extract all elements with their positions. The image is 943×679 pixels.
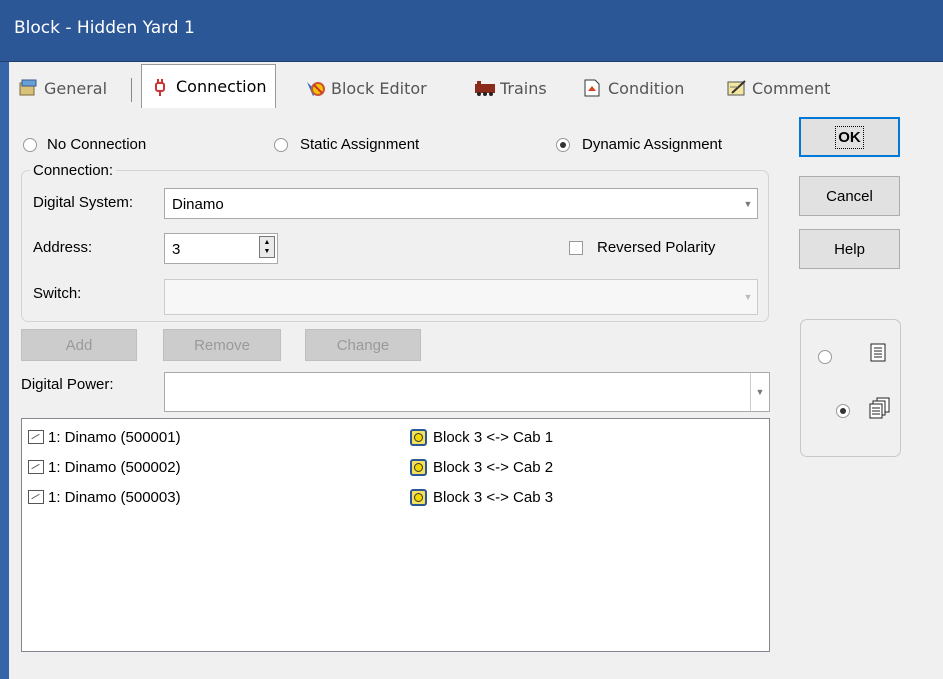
cab-icon [410, 488, 427, 506]
digital-system-label: Digital System: [33, 194, 134, 211]
plug-icon [150, 77, 170, 97]
tab-connection[interactable]: Connection [141, 64, 276, 108]
tab-label-condition: Condition [608, 78, 685, 98]
digital-system-value: Dinamo [172, 196, 224, 213]
digital-power-dropdown[interactable]: ▼ [164, 372, 770, 412]
single-page-icon [869, 343, 889, 367]
ok-button[interactable]: OK [799, 117, 900, 157]
tab-label-trains: Trains [500, 78, 547, 98]
list-item-assignment-text: Block 3 <-> Cab 2 [433, 458, 554, 476]
change-button[interactable]: Change [305, 329, 421, 361]
window-left-edge [0, 62, 9, 679]
tab-general[interactable]: General [18, 70, 107, 106]
list-item-assignment: Block 3 <-> Cab 2 [410, 458, 554, 476]
list-item[interactable]: 1: Dinamo (500003) Block 3 <-> Cab 3 [28, 485, 758, 509]
multi-page-icon [869, 397, 891, 423]
radio-dynamic-assignment[interactable]: Dynamic Assignment [556, 136, 722, 153]
radio-dynamic-circle[interactable] [556, 137, 570, 152]
device-icon [28, 430, 44, 444]
connection-list[interactable]: 1: Dinamo (500001) Block 3 <-> Cab 1 1: … [21, 418, 770, 652]
remove-button-label: Remove [194, 336, 250, 354]
radio-static-label: Static Assignment [300, 136, 420, 153]
address-stepper[interactable]: 3 ▲ ▼ [164, 233, 278, 264]
device-icon [28, 490, 44, 504]
radio-no-connection-circle[interactable] [23, 137, 37, 152]
change-button-label: Change [336, 336, 390, 354]
list-item-assignment: Block 3 <-> Cab 1 [410, 428, 554, 446]
address-value: 3 [172, 241, 181, 258]
help-button-label: Help [834, 240, 865, 258]
cancel-button[interactable]: Cancel [799, 176, 900, 216]
tab-block-editor[interactable]: Block Editor [305, 70, 427, 106]
condition-icon [582, 78, 602, 98]
list-item-device: 1: Dinamo (500003) [48, 488, 181, 506]
reversed-polarity-box[interactable] [569, 240, 583, 255]
ok-button-label: OK [835, 125, 864, 149]
cancel-button-label: Cancel [826, 187, 873, 205]
list-item[interactable]: 1: Dinamo (500002) Block 3 <-> Cab 2 [28, 455, 758, 479]
tab-label-general: General [44, 78, 108, 98]
tab-label-block-editor: Block Editor [331, 78, 427, 98]
radio-no-connection-label: No Connection [47, 136, 147, 153]
list-item-assignment: Block 3 <-> Cab 3 [410, 488, 554, 506]
reversed-polarity-checkbox[interactable]: Reversed Polarity [569, 239, 715, 256]
view-mode-group [800, 319, 901, 457]
radio-no-connection[interactable]: No Connection [23, 136, 146, 153]
tab-label-connection: Connection [176, 77, 267, 96]
view-single-radio[interactable] [818, 350, 832, 364]
general-icon [18, 78, 38, 98]
add-button[interactable]: Add [21, 329, 137, 361]
chevron-down-icon[interactable]: ▼ [739, 280, 757, 314]
radio-static-assignment[interactable]: Static Assignment [274, 136, 419, 153]
list-item-assignment-text: Block 3 <-> Cab 3 [433, 488, 554, 506]
block-editor-icon [305, 78, 325, 98]
spin-arrows-icon[interactable]: ▲ ▼ [259, 236, 275, 258]
tab-bar: General Connection Block Editor Trains C… [9, 62, 943, 112]
help-button[interactable]: Help [799, 229, 900, 269]
radio-dynamic-label: Dynamic Assignment [582, 136, 723, 153]
digital-system-dropdown[interactable]: Dinamo ▼ [164, 188, 758, 219]
digital-power-label: Digital Power: [21, 376, 114, 393]
address-label: Address: [33, 239, 93, 256]
reversed-polarity-label: Reversed Polarity [597, 239, 716, 256]
chevron-down-icon[interactable]: ▼ [739, 189, 757, 218]
cab-icon [410, 428, 427, 446]
switch-dropdown[interactable]: ▼ [164, 279, 758, 315]
remove-button[interactable]: Remove [163, 329, 281, 361]
device-icon [28, 460, 44, 474]
tab-condition[interactable]: Condition [582, 70, 684, 106]
cab-icon [410, 458, 427, 476]
tab-trains[interactable]: Trains [474, 70, 547, 106]
list-item[interactable]: 1: Dinamo (500001) Block 3 <-> Cab 1 [28, 425, 758, 449]
window-title: Block - Hidden Yard 1 [14, 18, 195, 38]
switch-label: Switch: [33, 285, 82, 302]
list-item-device: 1: Dinamo (500001) [48, 428, 181, 446]
tab-label-comment: Comment [752, 78, 831, 98]
tab-comment[interactable]: Comment [726, 70, 830, 106]
radio-static-circle[interactable] [274, 137, 288, 152]
comment-icon [726, 78, 746, 98]
tab-divider [131, 78, 132, 102]
add-button-label: Add [65, 336, 93, 354]
connection-group-label: Connection: [30, 162, 117, 179]
list-item-assignment-text: Block 3 <-> Cab 1 [433, 428, 554, 446]
trains-icon [474, 78, 495, 98]
chevron-down-icon[interactable]: ▼ [750, 373, 769, 411]
list-item-device: 1: Dinamo (500002) [48, 458, 181, 476]
